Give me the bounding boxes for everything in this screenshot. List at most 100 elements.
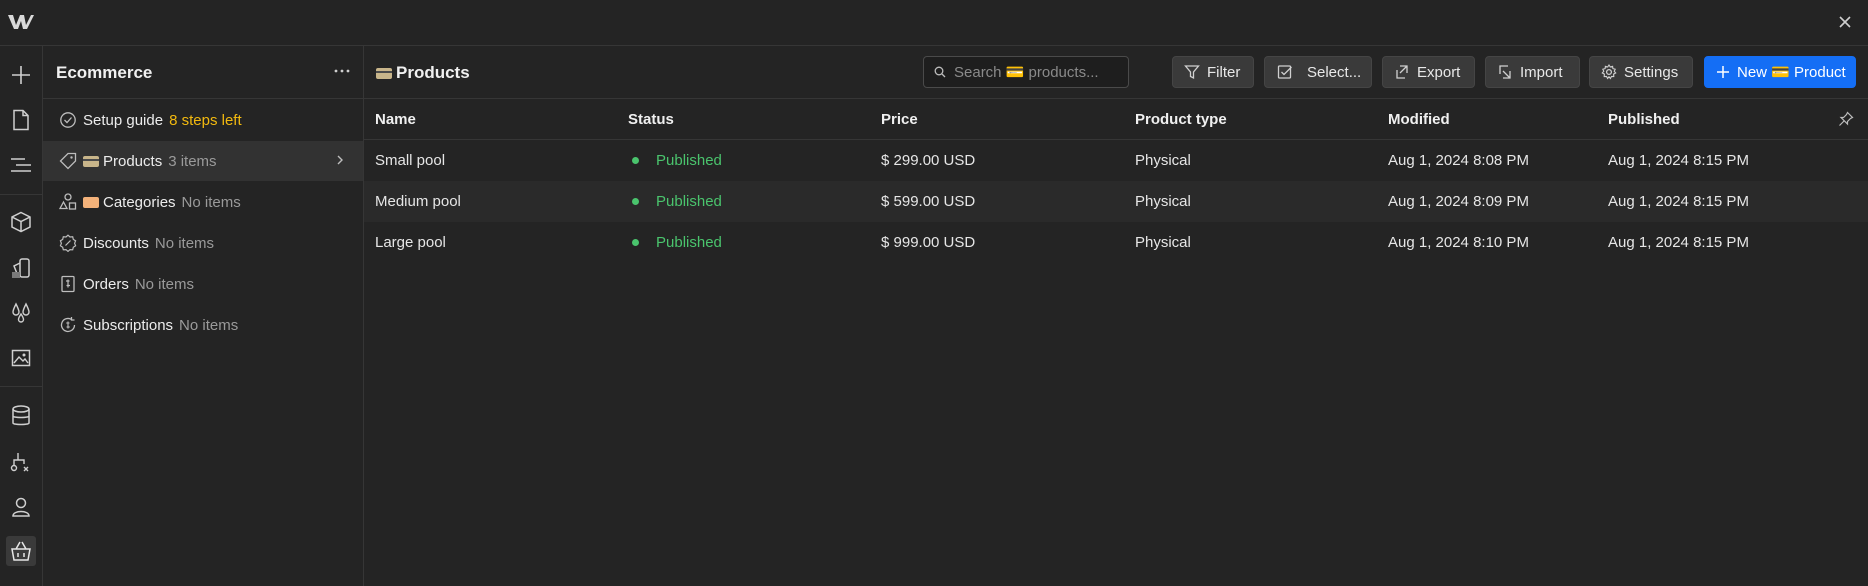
sidebar-item-discounts[interactable]: Discounts No items bbox=[43, 223, 363, 263]
import-button[interactable]: Import bbox=[1485, 56, 1580, 88]
assets-icon[interactable] bbox=[6, 342, 36, 372]
sidebar-item-products[interactable]: Products 3 items bbox=[43, 141, 363, 181]
status-dot-icon bbox=[632, 239, 639, 246]
sidebar-item-label: Discounts bbox=[83, 234, 149, 252]
logic-icon[interactable] bbox=[6, 446, 36, 476]
modified-date: Aug 1, 2024 8:10 PM bbox=[1388, 234, 1529, 251]
sidebar-item-label: Products bbox=[103, 152, 163, 170]
column-header-status[interactable]: Status bbox=[628, 111, 674, 128]
sidebar-item-label: Categories bbox=[103, 193, 176, 211]
published-date: Aug 1, 2024 8:15 PM bbox=[1608, 234, 1749, 251]
pin-icon[interactable] bbox=[1838, 111, 1854, 127]
import-button-label: Import bbox=[1520, 63, 1563, 81]
sidebar-item-categories[interactable]: Categories No items bbox=[43, 182, 363, 222]
label-tag-icon bbox=[83, 196, 99, 208]
cms-icon[interactable] bbox=[6, 401, 36, 431]
plus-icon bbox=[1716, 65, 1730, 79]
sidebar-header: Ecommerce bbox=[43, 46, 363, 99]
ecommerce-sidebar: Ecommerce Setup guide 8 steps left Produ… bbox=[43, 46, 364, 586]
new-product-button-label: New 💳 Product bbox=[1737, 64, 1846, 81]
sidebar-item-count: No items bbox=[154, 234, 215, 252]
product-name: Medium pool bbox=[375, 193, 461, 210]
settings-button[interactable]: Settings bbox=[1589, 56, 1693, 88]
sidebar-item-label: Setup guide bbox=[83, 111, 164, 129]
page-title: Products bbox=[396, 63, 470, 82]
published-date: Aug 1, 2024 8:15 PM bbox=[1608, 193, 1749, 210]
top-bar bbox=[0, 0, 1868, 46]
select-button[interactable]: Select... bbox=[1264, 56, 1372, 88]
navigator-icon[interactable] bbox=[6, 150, 36, 180]
product-name: Small pool bbox=[375, 152, 446, 169]
import-icon bbox=[1497, 64, 1513, 80]
add-icon[interactable] bbox=[6, 60, 36, 90]
users-icon[interactable] bbox=[6, 492, 36, 522]
column-header-price[interactable]: Price bbox=[881, 111, 918, 128]
left-toolbar bbox=[0, 46, 43, 586]
gear-icon bbox=[1601, 64, 1617, 80]
settings-button-label: Settings bbox=[1624, 63, 1679, 81]
export-button[interactable]: Export bbox=[1382, 56, 1475, 88]
credit-card-icon bbox=[376, 67, 392, 79]
pages-icon[interactable] bbox=[6, 105, 36, 135]
product-price: $ 999.00 USD bbox=[881, 234, 976, 251]
more-options-icon[interactable] bbox=[331, 60, 353, 82]
sidebar-item-count: No items bbox=[179, 316, 239, 334]
status-text: Published bbox=[656, 152, 722, 169]
search-icon bbox=[934, 66, 946, 78]
webflow-logo-icon[interactable] bbox=[7, 12, 35, 32]
checkbox-icon bbox=[1277, 64, 1293, 80]
table-row[interactable]: Large pool Published $ 999.00 USD Physic… bbox=[364, 222, 1868, 263]
status-badge: Published bbox=[632, 152, 722, 169]
search-box[interactable] bbox=[923, 56, 1129, 88]
product-price: $ 599.00 USD bbox=[881, 193, 976, 210]
credit-card-icon bbox=[83, 155, 99, 167]
new-product-button[interactable]: New 💳 Product bbox=[1704, 56, 1856, 88]
sidebar-item-count: No items bbox=[134, 275, 195, 293]
export-icon bbox=[1394, 64, 1410, 80]
published-date: Aug 1, 2024 8:15 PM bbox=[1608, 152, 1749, 169]
status-dot-icon bbox=[632, 157, 639, 164]
product-price: $ 299.00 USD bbox=[881, 152, 976, 169]
product-type: Physical bbox=[1135, 234, 1191, 251]
sidebar-item-label: Subscriptions bbox=[83, 316, 174, 334]
product-type: Physical bbox=[1135, 152, 1191, 169]
filter-button[interactable]: Filter bbox=[1172, 56, 1254, 88]
column-header-product-type[interactable]: Product type bbox=[1135, 111, 1227, 128]
sidebar-item-subscriptions[interactable]: Subscriptions No items bbox=[43, 305, 363, 345]
column-header-published[interactable]: Published bbox=[1608, 111, 1680, 128]
page-title-wrap: Products bbox=[376, 63, 470, 83]
style-selectors-icon[interactable] bbox=[6, 253, 36, 283]
recurring-payment-icon bbox=[59, 316, 77, 334]
table-header: Name Status Price Product type Modified … bbox=[364, 99, 1868, 140]
products-panel: Products Filter Select... Export Import … bbox=[364, 46, 1868, 586]
select-button-label: Select... bbox=[1307, 63, 1362, 81]
modified-date: Aug 1, 2024 8:09 PM bbox=[1388, 193, 1529, 210]
status-dot-icon bbox=[632, 198, 639, 205]
sidebar-item-label: Orders bbox=[83, 275, 129, 293]
status-badge: Published bbox=[632, 193, 722, 210]
search-input[interactable] bbox=[952, 62, 1126, 82]
ecommerce-basket-icon[interactable] bbox=[6, 536, 36, 566]
chevron-right-icon bbox=[335, 154, 345, 166]
discount-badge-icon bbox=[59, 234, 77, 252]
filter-icon bbox=[1184, 64, 1200, 80]
sidebar-item-orders[interactable]: Orders No items bbox=[43, 264, 363, 304]
column-header-name[interactable]: Name bbox=[375, 111, 416, 128]
status-text: Published bbox=[656, 234, 722, 251]
table-row[interactable]: Small pool Published $ 299.00 USD Physic… bbox=[364, 140, 1868, 181]
variables-icon[interactable] bbox=[6, 297, 36, 327]
filter-button-label: Filter bbox=[1207, 63, 1241, 81]
column-header-modified[interactable]: Modified bbox=[1388, 111, 1450, 128]
sidebar-title: Ecommerce bbox=[56, 63, 153, 82]
tag-icon bbox=[59, 152, 77, 170]
sidebar-item-setup-guide[interactable]: Setup guide 8 steps left bbox=[43, 100, 363, 140]
close-icon[interactable] bbox=[1836, 13, 1854, 31]
export-button-label: Export bbox=[1417, 63, 1461, 81]
sidebar-item-count: 3 items bbox=[168, 152, 217, 170]
components-icon[interactable] bbox=[6, 207, 36, 237]
sidebar-item-count: 8 steps left bbox=[169, 111, 242, 129]
products-header: Products Filter Select... Export Import … bbox=[364, 46, 1868, 99]
table-row[interactable]: Medium pool Published $ 599.00 USD Physi… bbox=[364, 181, 1868, 222]
status-text: Published bbox=[656, 193, 722, 210]
status-badge: Published bbox=[632, 234, 722, 251]
